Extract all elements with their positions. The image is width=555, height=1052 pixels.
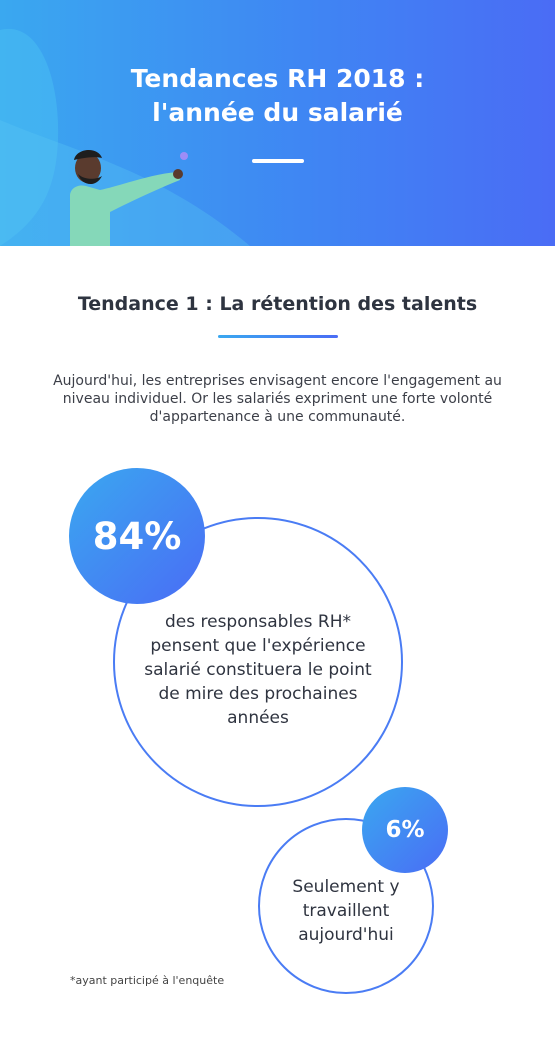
page-title-line-2: l'année du salarié [152,98,403,127]
stat-description-84: des responsables RH* pensent que l'expér… [144,612,372,728]
stat-badge-84: 84% [69,468,205,604]
section-title: Tendance 1 : La rétention des talents [77,293,478,315]
intro-paragraph: Aujourd'hui, les entreprises envisagent … [53,373,502,425]
hero-banner: Tendances RH 2018 : l'année du salarié [0,0,555,246]
person-illustration [70,149,188,246]
stat-description-6: Seulement y travaillent aujourd'hui [292,877,400,945]
section-divider [218,335,338,338]
title-divider [252,159,304,163]
page-title-line-1: Tendances RH 2018 : [130,64,425,93]
stat-badge-6: 6% [362,787,448,873]
footnote: *ayant participé à l'enquête [70,974,225,987]
page-title: Tendances RH 2018 : l'année du salarié [0,62,555,130]
